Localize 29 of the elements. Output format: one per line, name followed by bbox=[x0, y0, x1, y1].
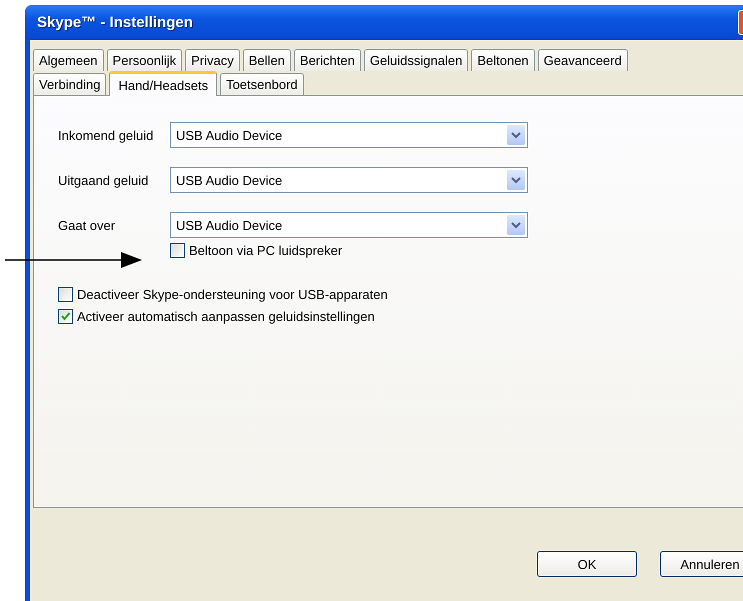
tab[interactable]: Geluidssignalen bbox=[364, 49, 468, 71]
dialog-button[interactable]: OK bbox=[537, 551, 637, 577]
chevron-icon bbox=[507, 215, 525, 235]
device-dropdown[interactable]: USB Audio Device bbox=[170, 122, 528, 148]
checkbox-label: Beltoon via PC luidspreker bbox=[189, 242, 342, 258]
tab[interactable]: Algemeen bbox=[33, 49, 104, 71]
tab[interactable]: Persoonlijk bbox=[106, 49, 182, 71]
tab[interactable]: Bellen bbox=[242, 49, 291, 71]
chevron-icon bbox=[507, 170, 525, 190]
dialog-button[interactable]: Annuleren bbox=[660, 551, 743, 577]
field-label: Inkomend geluid bbox=[58, 128, 154, 142]
checkbox-label: Deactiveer Skype-ondersteuning voor USB-apparaten bbox=[77, 286, 388, 302]
checkbox-label: Activeer automatisch aanpassen geluidsinstellingen bbox=[77, 308, 375, 324]
device-dropdown[interactable]: USB Audio Device bbox=[170, 167, 528, 193]
tab[interactable]: Berichten bbox=[294, 49, 361, 71]
window-title: Skype™ - Instellingen bbox=[37, 14, 193, 31]
checkbox[interactable] bbox=[170, 242, 185, 258]
tab[interactable]: Toetsenbord bbox=[220, 73, 304, 95]
field-label: Gaat over bbox=[58, 218, 116, 232]
chevron-icon bbox=[507, 125, 525, 145]
tab[interactable]: Beltonen bbox=[471, 49, 535, 71]
checkbox[interactable] bbox=[58, 308, 73, 324]
tab[interactable]: Verbinding bbox=[33, 73, 106, 95]
tab[interactable]: Hand/Headsets bbox=[109, 71, 218, 96]
device-dropdown[interactable]: USB Audio Device bbox=[170, 212, 528, 238]
tab[interactable]: Privacy bbox=[185, 49, 240, 71]
checkbox[interactable] bbox=[58, 286, 73, 302]
field-label: Uitgaand geluid bbox=[58, 172, 150, 188]
tab[interactable]: Geavanceerd bbox=[538, 49, 628, 71]
